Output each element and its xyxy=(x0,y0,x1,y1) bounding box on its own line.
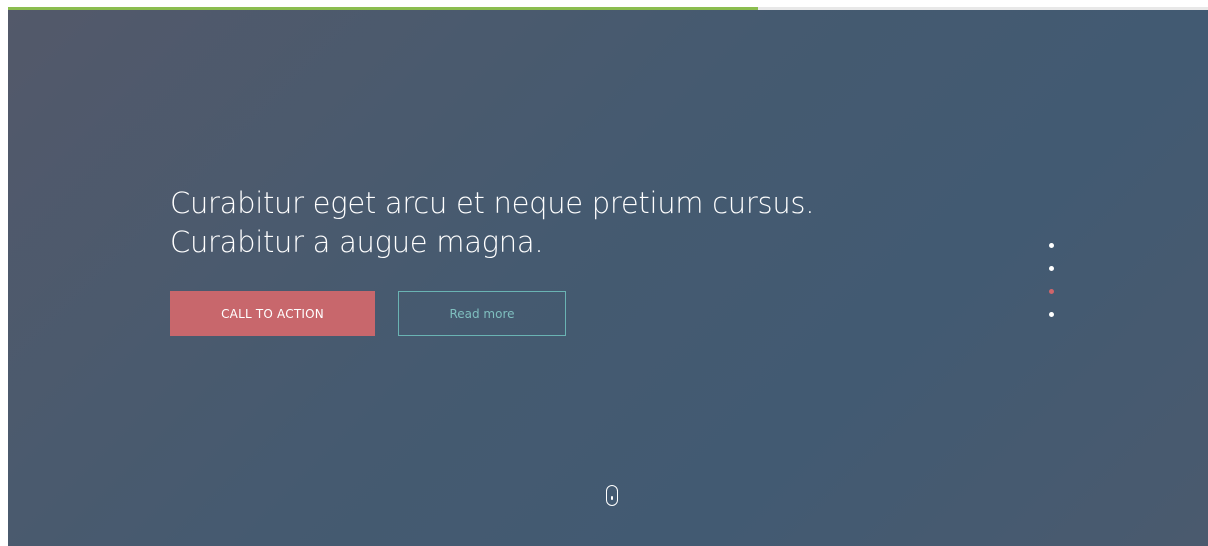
hero-headline-line-1: Curabitur eget arcu et neque pretium cur… xyxy=(170,186,815,220)
mouse-wheel xyxy=(611,496,613,500)
hero-section: Curabitur eget arcu et neque pretium cur… xyxy=(8,10,1208,546)
read-more-button[interactable]: Read more xyxy=(398,291,566,336)
mouse-scroll-icon[interactable] xyxy=(606,485,618,506)
slider-dot-2[interactable] xyxy=(1049,266,1054,271)
slider-dot-4[interactable] xyxy=(1049,312,1054,317)
hero-headline: Curabitur eget arcu et neque pretium cur… xyxy=(170,184,890,262)
slider-dot-3-active[interactable] xyxy=(1049,289,1054,294)
slider-dot-1[interactable] xyxy=(1049,243,1054,248)
hero-headline-line-2: Curabitur a augue magna. xyxy=(170,225,544,259)
slider-dots xyxy=(1049,243,1057,335)
call-to-action-button[interactable]: CALL TO ACTION xyxy=(170,291,375,336)
